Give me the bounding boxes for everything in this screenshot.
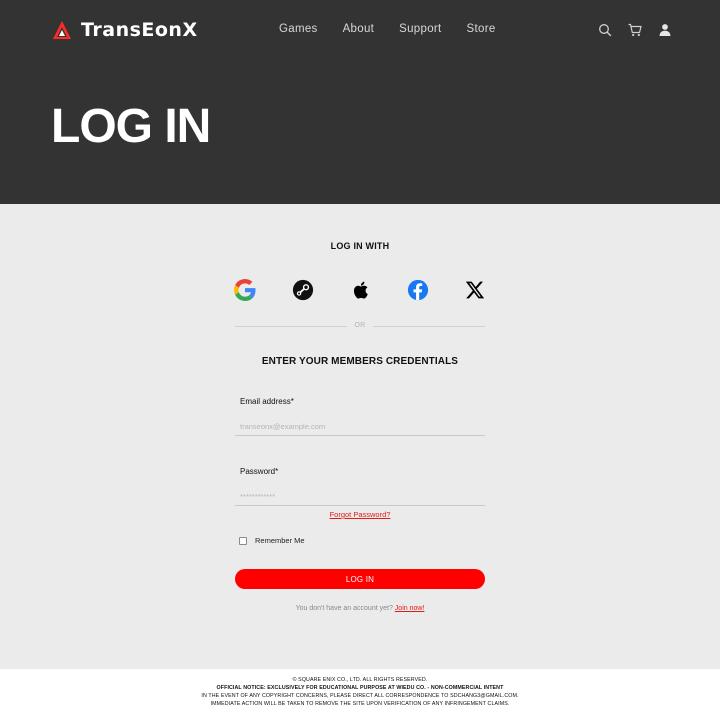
social-login-options — [233, 278, 487, 302]
remember-me: Remember Me — [239, 536, 305, 545]
page-title: LOG IN — [51, 100, 211, 153]
header-actions — [597, 22, 673, 38]
email-label: Email address* — [240, 397, 294, 406]
login-button[interactable]: LOG IN — [235, 569, 485, 589]
x-login-button[interactable] — [463, 278, 487, 302]
apple-icon — [353, 281, 368, 299]
header-hero: TransEonX Games About Support Store LOG … — [0, 0, 720, 204]
cart-icon[interactable] — [627, 22, 643, 38]
steam-login-button[interactable] — [291, 278, 315, 302]
remember-me-label: Remember Me — [255, 536, 305, 545]
apple-login-button[interactable] — [348, 278, 372, 302]
user-icon[interactable] — [657, 22, 673, 38]
main-nav: Games About Support Store — [279, 23, 496, 35]
brand-logo[interactable]: TransEonX — [52, 18, 198, 42]
footer-notice: OFFICIAL NOTICE: EXCLUSIVELY FOR EDUCATI… — [216, 685, 504, 691]
google-icon — [234, 279, 256, 301]
google-login-button[interactable] — [233, 278, 257, 302]
footer-copyright-contact: IN THE EVENT OF ANY COPYRIGHT CONCERNS, … — [201, 693, 519, 699]
facebook-login-button[interactable] — [406, 278, 430, 302]
remember-me-checkbox[interactable] — [239, 536, 247, 545]
search-icon[interactable] — [597, 22, 613, 38]
email-field[interactable] — [235, 418, 485, 436]
steam-icon — [292, 279, 313, 301]
credentials-heading: ENTER YOUR MEMBERS CREDENTIALS — [261, 356, 459, 367]
or-divider: OR — [235, 321, 485, 331]
social-login-heading: LOG IN WITH — [330, 241, 390, 251]
brand-name: TransEonX — [81, 19, 198, 41]
signup-prompt: You don't have an account yet? Join now! — [0, 605, 720, 612]
password-field[interactable] — [235, 488, 485, 506]
nav-games[interactable]: Games — [279, 23, 318, 35]
x-icon — [465, 281, 485, 299]
forgot-password-link[interactable]: Forgot Password? — [330, 510, 391, 519]
join-now-link[interactable]: Join now! — [395, 605, 425, 612]
footer: © SQUARE ENIX CO., LTD. ALL RIGHTS RESER… — [0, 669, 720, 712]
password-label: Password* — [240, 467, 279, 476]
divider-line-right — [373, 326, 485, 327]
footer-removal-policy: IMMEDIATE ACTION WILL BE TAKEN TO REMOVE… — [210, 701, 510, 707]
footer-copyright: © SQUARE ENIX CO., LTD. ALL RIGHTS RESER… — [292, 677, 428, 683]
signup-prompt-text: You don't have an account yet? — [295, 605, 393, 612]
nav-about[interactable]: About — [343, 23, 375, 35]
forgot-password-row: Forgot Password? — [0, 510, 720, 519]
nav-store[interactable]: Store — [467, 23, 496, 35]
facebook-icon — [407, 279, 428, 301]
brand-logo-icon — [53, 21, 71, 39]
nav-support[interactable]: Support — [399, 23, 441, 35]
